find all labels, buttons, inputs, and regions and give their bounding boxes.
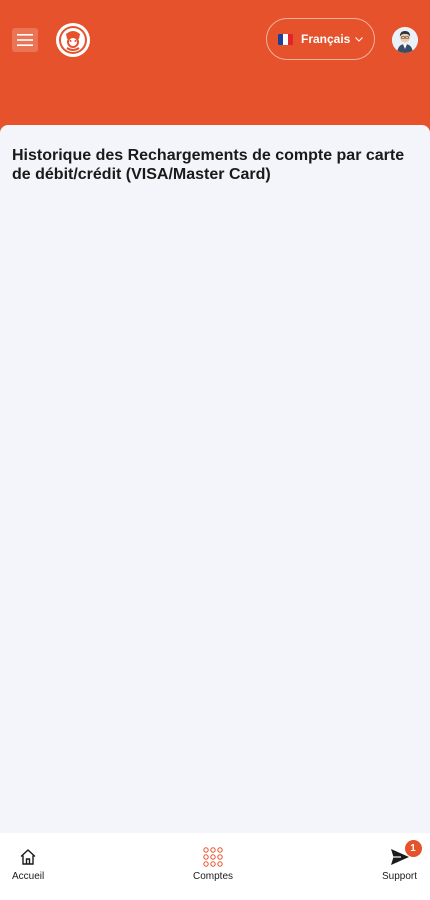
nav-item-support[interactable]: 1 Support xyxy=(382,840,422,882)
hamburger-icon xyxy=(17,34,33,46)
logo[interactable] xyxy=(55,22,91,58)
nav-label-comptes: Comptes xyxy=(193,871,234,882)
page-title: Historique des Rechargements de compte p… xyxy=(12,147,405,183)
main-content: Historique des Rechargements de compte p… xyxy=(0,125,430,833)
grid-icon xyxy=(203,847,223,867)
header: Français xyxy=(0,0,430,130)
nav-label-support: Support xyxy=(382,871,418,882)
nav-item-comptes[interactable]: Comptes xyxy=(193,847,233,882)
user-avatar-icon xyxy=(392,27,418,53)
language-selector[interactable]: Français xyxy=(266,18,375,60)
home-icon xyxy=(20,849,36,865)
user-avatar[interactable] xyxy=(392,27,418,53)
menu-button[interactable] xyxy=(12,28,38,52)
language-label: Français xyxy=(301,32,351,46)
notification-badge: 1 xyxy=(404,840,422,857)
france-flag-icon xyxy=(278,33,293,45)
nav-item-accueil[interactable]: Accueil xyxy=(12,847,44,882)
nav-label-accueil: Accueil xyxy=(12,871,45,882)
chevron-down-icon xyxy=(355,36,364,42)
bottom-navigation: Accueil Comptes 1 Support xyxy=(0,833,430,900)
